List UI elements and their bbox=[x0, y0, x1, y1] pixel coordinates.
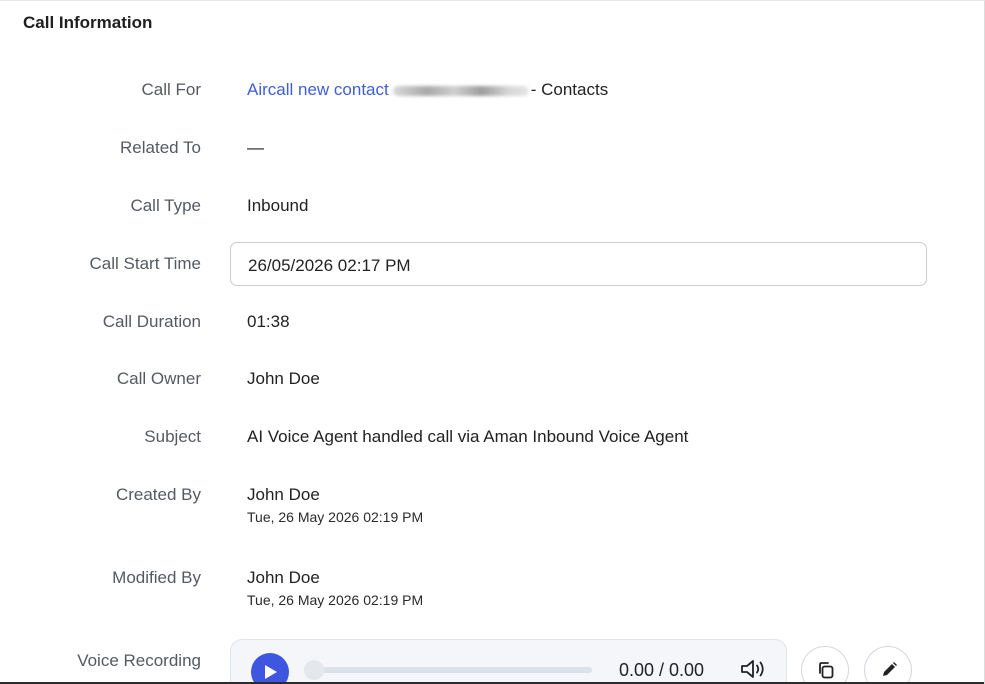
created-by-label: Created By bbox=[115, 485, 201, 504]
voice-recording-label: Voice Recording bbox=[77, 651, 201, 670]
volume-button[interactable] bbox=[739, 658, 767, 684]
audio-time-display: 0.00 / 0.00 bbox=[619, 660, 705, 680]
subject-label: Subject bbox=[144, 427, 201, 446]
call-type-value: Inbound bbox=[247, 196, 309, 215]
modified-by-timestamp: Tue, 26 May 2026 02:19 PM bbox=[247, 592, 424, 608]
call-start-time-input[interactable]: 26/05/2026 02:17 PM bbox=[230, 242, 927, 286]
audio-progress-track[interactable] bbox=[307, 667, 592, 673]
call-owner-label: Call Owner bbox=[116, 369, 201, 388]
call-type-label: Call Type bbox=[130, 196, 201, 215]
audio-progress-handle[interactable] bbox=[304, 660, 324, 680]
call-for-suffix: - Contacts bbox=[530, 80, 609, 99]
edit-button[interactable] bbox=[864, 646, 912, 684]
redacted-phone-number bbox=[392, 85, 529, 96]
play-button[interactable] bbox=[251, 653, 289, 684]
modified-by-name: John Doe bbox=[247, 568, 320, 587]
call-start-time-value: 26/05/2026 02:17 PM bbox=[248, 256, 411, 275]
call-for-label: Call For bbox=[141, 80, 201, 99]
audio-player: 0.00 / 0.00 bbox=[230, 639, 787, 684]
section-title: Call Information bbox=[23, 13, 153, 32]
volume-icon bbox=[741, 660, 764, 678]
call-owner-value: John Doe bbox=[247, 369, 320, 388]
related-to-value: — bbox=[247, 138, 264, 157]
call-for-contact-link[interactable]: Aircall new contact bbox=[247, 80, 389, 99]
call-information-panel: Call Information Call For Aircall new co… bbox=[0, 0, 985, 684]
call-start-time-label: Call Start Time bbox=[89, 254, 201, 273]
modified-by-value: John Doe Tue, 26 May 2026 02:19 PM bbox=[247, 568, 423, 608]
pencil-icon bbox=[883, 662, 897, 676]
play-icon bbox=[265, 665, 277, 679]
related-to-label: Related To bbox=[120, 138, 201, 157]
modified-by-label: Modified By bbox=[112, 568, 201, 587]
copy-button[interactable] bbox=[801, 646, 849, 684]
created-by-value: John Doe Tue, 26 May 2026 02:19 PM bbox=[247, 485, 423, 525]
created-by-name: John Doe bbox=[247, 485, 320, 504]
call-duration-label: Call Duration bbox=[102, 312, 201, 331]
copy-icon bbox=[819, 662, 834, 679]
call-for-value: Aircall new contact - Contacts bbox=[247, 80, 608, 100]
call-duration-value: 01:38 bbox=[247, 312, 290, 331]
created-by-timestamp: Tue, 26 May 2026 02:19 PM bbox=[247, 509, 424, 525]
subject-value: AI Voice Agent handled call via Aman Inb… bbox=[247, 427, 689, 446]
